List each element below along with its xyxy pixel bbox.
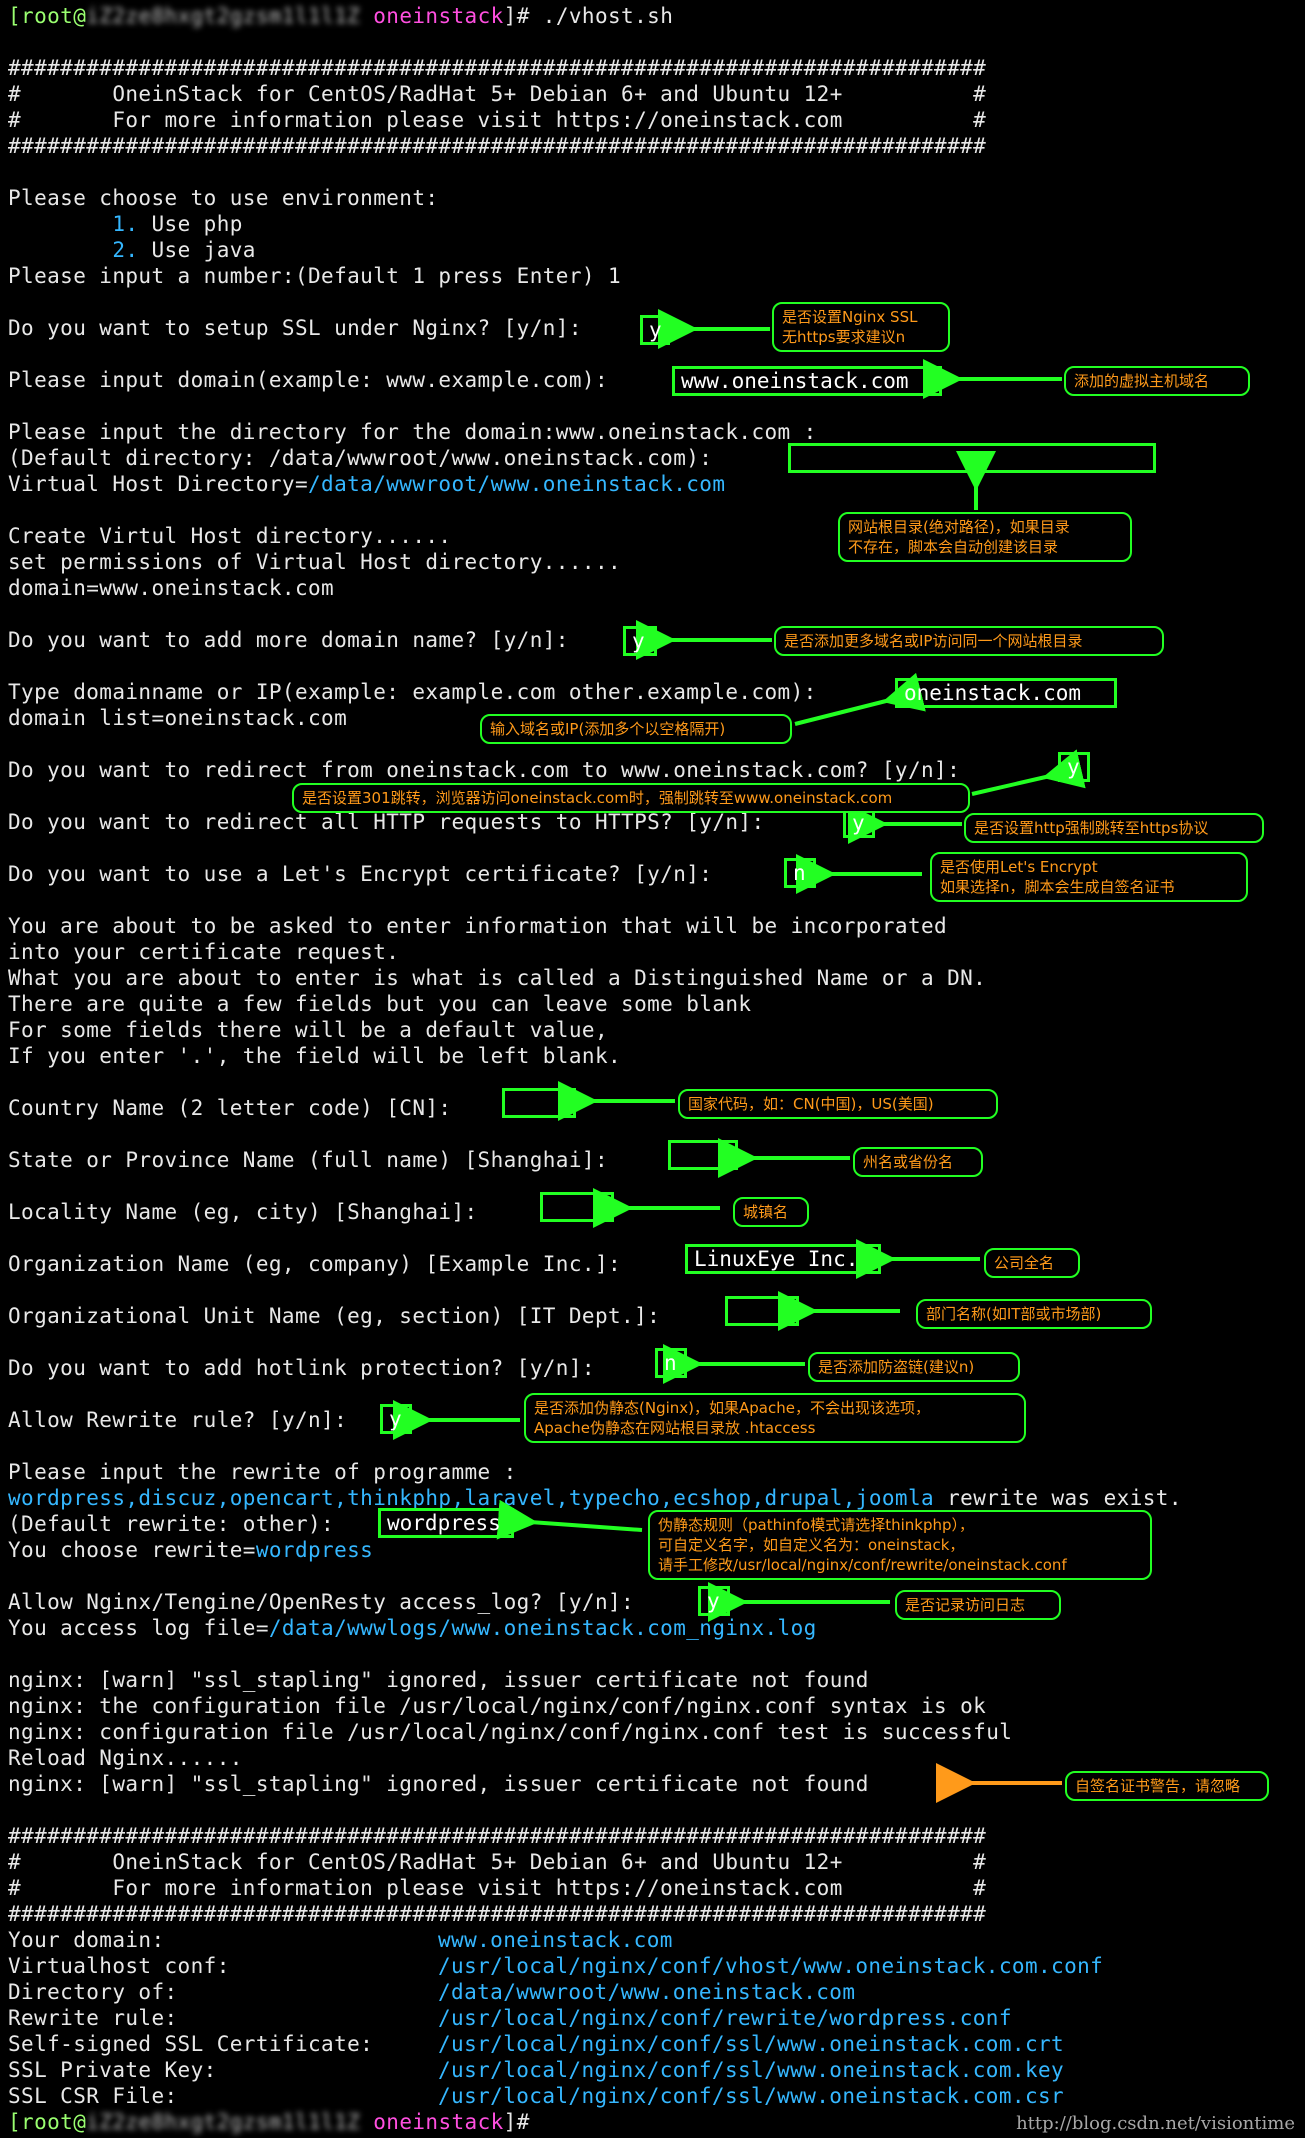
note-rewrite-program: 伪静态规则（pathinfo模式请选择thinkphp）， 可自定义名字，如自定… (648, 1510, 1152, 1580)
note-redirect-https: 是否设置http强制跳转至https协议 (964, 813, 1264, 843)
note-organization: 公司全名 (984, 1248, 1080, 1278)
note-directory: 网站根目录(绝对路径)，如果目录 不存在，脚本会自动创建该目录 (838, 512, 1132, 562)
input-directory (788, 443, 1156, 473)
arrow-redirect-www (971, 749, 1086, 796)
input-rewrite-allow: y (380, 1404, 412, 1434)
note-letsencrypt: 是否使用Let's Encrypt 如果选择n，脚本会生成自签名证书 (930, 852, 1248, 902)
input-country (502, 1088, 576, 1118)
input-ssl: y (640, 315, 670, 345)
input-redirect-www: y (1058, 752, 1090, 782)
input-domain: www.oneinstack.com (672, 366, 942, 396)
note-locality: 城镇名 (733, 1197, 809, 1227)
arrow-rewrite-program (496, 1499, 643, 1540)
note-ssl: 是否设置Nginx SSL 无https要求建议n (772, 302, 950, 352)
input-more-domain: y (623, 626, 657, 656)
note-ssl-warn: 自签名证书警告，请忽略 (1065, 1771, 1269, 1801)
note-domain-list: 输入域名或IP(添加多个以空格隔开) (480, 714, 792, 744)
input-rewrite-program: wordpress (378, 1508, 514, 1538)
note-domain: 添加的虚拟主机域名 (1064, 366, 1250, 396)
note-org-unit: 部门名称(如IT部或市场部) (916, 1299, 1152, 1329)
note-hotlink: 是否添加防盗链(建议n) (808, 1352, 1020, 1382)
input-org-unit (725, 1296, 799, 1326)
watermark: http://blog.csdn.net/visiontime (1016, 2113, 1295, 2134)
note-state: 州名或省份名 (853, 1147, 983, 1177)
input-locality (540, 1192, 614, 1222)
input-organization: LinuxEye Inc. (685, 1244, 881, 1274)
input-hotlink: n (655, 1348, 687, 1378)
note-rewrite-allow: 是否添加伪静态(Nginx)，如果Apache，不会出现该选项， Apache伪… (524, 1393, 1026, 1443)
terminal-window: [root@iZ2ze8hxgt2gzsm1l1l1Z oneinstack]#… (0, 0, 1305, 2138)
arrow-domain-list (794, 672, 926, 726)
input-state (668, 1140, 738, 1170)
input-domain-list: oneinstack.com (895, 678, 1117, 708)
note-country: 国家代码，如：CN(中国)，US(美国) (678, 1089, 998, 1119)
note-more-domain: 是否添加更多域名或IP访问同一个网站根目录 (774, 626, 1164, 656)
note-redirect-www: 是否设置301跳转，浏览器访问oneinstack.com时，强制跳转至www.… (292, 783, 970, 813)
input-access-log: y (698, 1586, 730, 1616)
input-letsencrypt: n (784, 858, 816, 888)
note-access-log: 是否记录访问日志 (895, 1590, 1061, 1620)
